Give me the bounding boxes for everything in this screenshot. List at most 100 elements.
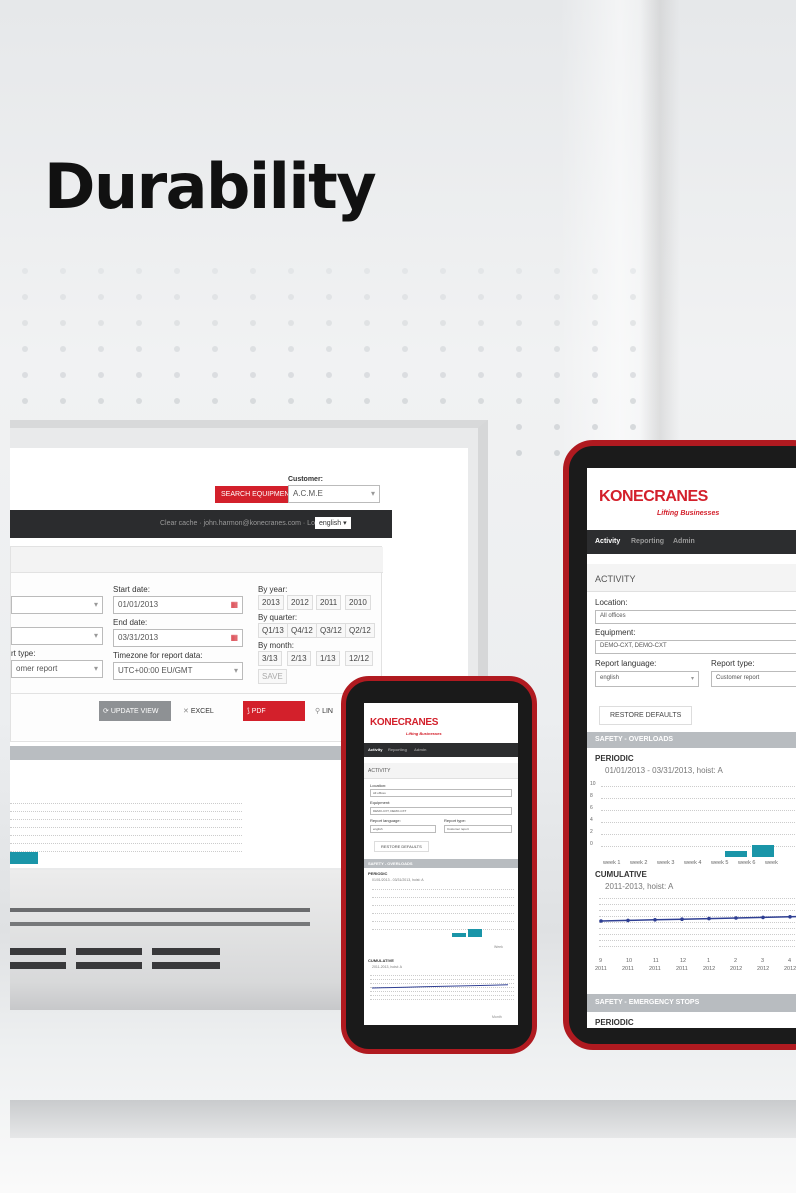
report-type-select[interactable]: Customer report xyxy=(711,671,796,687)
restore-defaults-button[interactable]: RESTORE DEFAULTS xyxy=(599,706,693,725)
dot xyxy=(516,320,522,326)
dot xyxy=(364,268,370,274)
timezone-value: UTC+00:00 EU/GMT xyxy=(118,666,193,675)
tab-reporting[interactable]: Reporting xyxy=(631,538,664,545)
period-tag-years[interactable]: 2011 xyxy=(316,595,342,610)
calendar-icon[interactable]: ▦ xyxy=(230,600,238,609)
dot xyxy=(630,346,636,352)
chart-bar xyxy=(725,851,747,857)
dot xyxy=(364,320,370,326)
dot xyxy=(326,294,332,300)
dot xyxy=(174,398,180,404)
period-tag-quarters[interactable]: Q3/12 xyxy=(316,623,346,638)
dot xyxy=(630,268,636,274)
activity-header: ACTIVITY xyxy=(364,763,518,779)
tab-reporting[interactable]: Reporting xyxy=(388,747,407,752)
restore-defaults-button[interactable]: RESTORE DEFAULTS xyxy=(374,841,429,852)
dot xyxy=(136,398,142,404)
gridline xyxy=(601,822,796,823)
period-tag-quarters[interactable]: Q4/12 xyxy=(287,623,317,638)
dot xyxy=(326,372,332,378)
timezone-select[interactable]: UTC+00:00 EU/GMT ▾ xyxy=(113,662,243,680)
dot xyxy=(288,398,294,404)
x-tick-label: week 2 xyxy=(630,860,648,866)
start-date-input[interactable]: 01/01/2013 ▦ xyxy=(113,596,243,614)
dot xyxy=(592,398,598,404)
equipment-select[interactable]: DEMO-CXT, DEMO-CXT xyxy=(595,640,796,654)
gridline xyxy=(372,921,514,922)
dot xyxy=(136,346,142,352)
gridline xyxy=(372,889,514,890)
dot xyxy=(554,268,560,274)
dot xyxy=(630,398,636,404)
cumulative-label: CUMULATIVE xyxy=(595,870,647,879)
end-date-input[interactable]: 03/31/2013 ▦ xyxy=(113,629,243,647)
period-tag-quarters[interactable]: Q1/13 xyxy=(258,623,288,638)
dot xyxy=(592,424,598,430)
dot xyxy=(22,294,28,300)
dot xyxy=(174,346,180,352)
location-select[interactable]: All offices xyxy=(370,789,512,797)
calendar-icon[interactable]: ▦ xyxy=(230,633,238,642)
period-tag-months[interactable]: 2/13 xyxy=(287,651,311,666)
equipment-label: Equipment: xyxy=(595,628,636,637)
dot xyxy=(554,424,560,430)
dot xyxy=(554,320,560,326)
dot xyxy=(326,346,332,352)
pdf-button[interactable]: ⟆ PDF xyxy=(243,701,305,721)
start-date-value: 01/01/2013 xyxy=(118,600,159,609)
report-language-label: Report language: xyxy=(370,818,401,823)
x-tick-label: 3 xyxy=(761,958,765,964)
tab-activity[interactable]: Activity xyxy=(595,538,620,545)
report-language-select[interactable]: english ▾ xyxy=(595,671,699,687)
overloads-header: SAFETY - OVERLOADS xyxy=(587,732,796,748)
location-select[interactable]: All offices xyxy=(595,610,796,624)
report-type-select[interactable]: Customer report xyxy=(444,825,512,833)
location-select[interactable]: ▾ xyxy=(11,596,103,614)
phone-screen: KONECRANES Lifting Businesses Activity R… xyxy=(364,703,518,1025)
update-view-button[interactable]: ⟳ UPDATE VIEW xyxy=(99,701,171,721)
dot xyxy=(288,346,294,352)
period-tag-years[interactable]: 2012 xyxy=(287,595,313,610)
period-tag-months[interactable]: 12/12 xyxy=(345,651,374,666)
report-form: ▾ ▾ rt type: omer report ▾ Start date: 01… xyxy=(10,546,383,742)
gridline xyxy=(599,904,796,905)
gridline xyxy=(10,819,242,820)
timezone-label: Timezone for report data: xyxy=(113,651,203,660)
period-tag-years[interactable]: 2010 xyxy=(345,595,371,610)
y-tick-label: 0 xyxy=(590,841,593,847)
cumulative-label: CUMULATIVE xyxy=(368,958,394,963)
report-type-select[interactable]: omer report ▾ xyxy=(11,660,103,678)
dot xyxy=(98,320,104,326)
tab-admin[interactable]: Admin xyxy=(414,747,426,752)
dot xyxy=(98,346,104,352)
equipment-select[interactable]: ▾ xyxy=(11,627,103,645)
location-label: Location: xyxy=(595,598,628,607)
excel-button[interactable]: ✕ EXCEL xyxy=(179,701,235,721)
periodic-label: PERIODIC xyxy=(368,871,388,876)
report-language-select[interactable]: english xyxy=(370,825,436,833)
equipment-select[interactable]: DEMO-CXT, DEMO-CXT xyxy=(370,807,512,815)
section-bar xyxy=(10,746,382,760)
account-links[interactable]: Clear cache · john.harmon@konecranes.com… xyxy=(160,520,329,527)
y-tick-label: 2 xyxy=(590,829,593,835)
period-tag-quarters[interactable]: Q2/12 xyxy=(345,623,375,638)
period-tag-months[interactable]: 1/13 xyxy=(316,651,340,666)
dot xyxy=(630,320,636,326)
dot xyxy=(22,320,28,326)
dot xyxy=(136,372,142,378)
period-tag-years[interactable]: 2013 xyxy=(258,595,284,610)
customer-select[interactable]: A.C.M.E ▾ xyxy=(288,485,380,503)
save-button[interactable]: SAVE xyxy=(258,669,287,684)
tab-activity[interactable]: Activity xyxy=(368,747,382,752)
x-tick-label: 2 xyxy=(734,958,738,964)
by-year-label: By year: xyxy=(258,585,288,594)
language-select[interactable]: english ▾ xyxy=(315,517,351,529)
series-point xyxy=(761,915,765,920)
dot xyxy=(592,346,598,352)
report-language-value: english xyxy=(600,675,620,681)
period-tag-months[interactable]: 3/13 xyxy=(258,651,282,666)
series-point xyxy=(599,919,603,923)
tab-admin[interactable]: Admin xyxy=(673,538,695,545)
cumulative-line xyxy=(371,984,509,989)
